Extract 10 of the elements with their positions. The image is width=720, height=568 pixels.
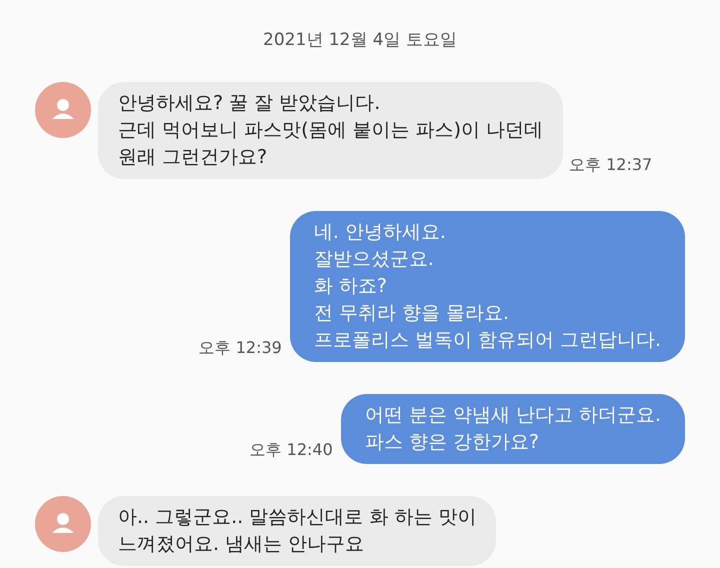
avatar-icon (35, 496, 91, 552)
date-label: 2021년 12월 4일 토요일 (263, 29, 457, 52)
message-bubble: 어떤 분은 약냄새 난다고 하더군요. 파스 향은 강한가요? (340, 394, 685, 464)
message-bubble: 안녕하세요? 꿀 잘 받았습니다. 근데 먹어보니 파스맛(몸에 붙이는 파스)이 나던데 원래 그런건가요? (98, 82, 564, 178)
message-time: 오후 12:37 (569, 154, 652, 176)
message-bubble: 아.. 그렇군요.. 말씀하신대로 화 하는 맛이 느껴졌어요. 냄새는 안나구요 (98, 496, 496, 566)
message-bubble: 네. 안녕하세요. 잘받으셨군요. 화 하죠? 전 무취라 향을 몰라요. 프로폴리스 벌독이 함유되어 그런답니다. (290, 210, 685, 362)
avatar-icon (35, 82, 91, 138)
message-time: 오후 12:39 (198, 336, 282, 358)
message-time: 오후 12:40 (250, 438, 333, 460)
